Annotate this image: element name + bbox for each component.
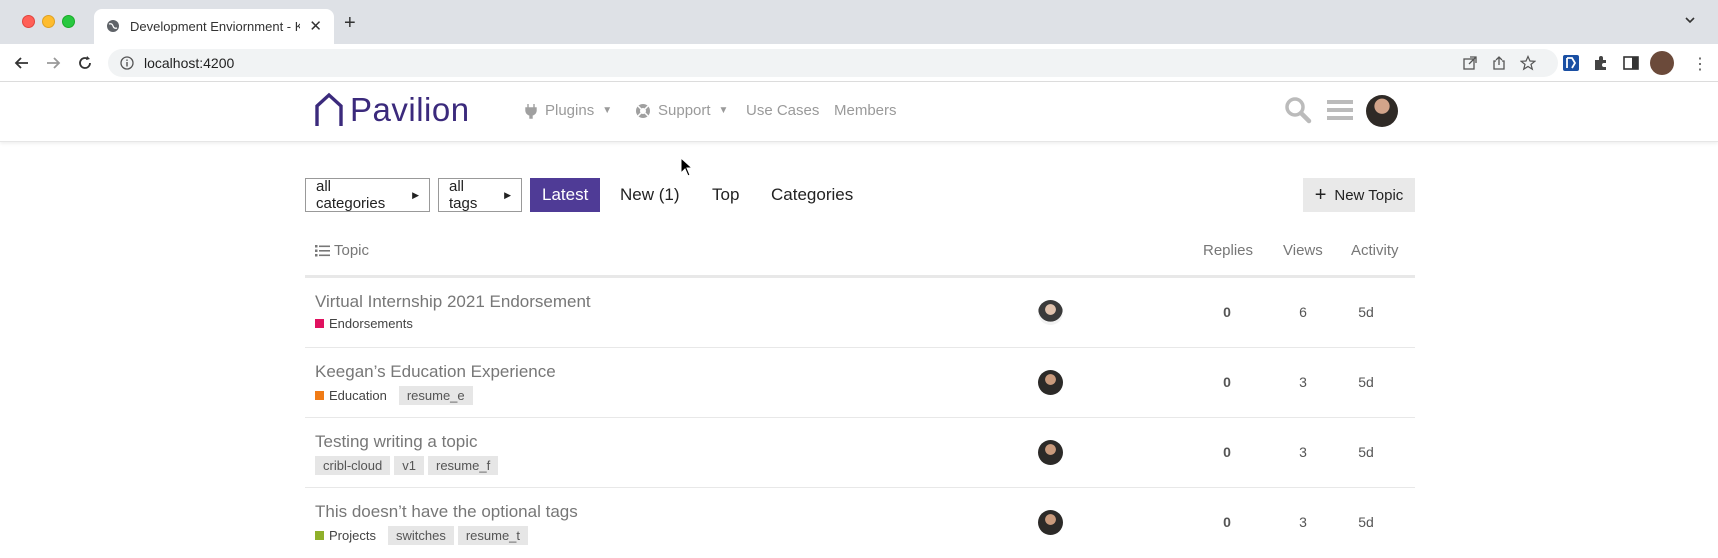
replies-count: 0	[1223, 304, 1231, 320]
poster-avatar[interactable]	[1038, 370, 1063, 395]
category-label[interactable]: Projects	[329, 528, 376, 543]
activity-time[interactable]: 5d	[1346, 374, 1386, 390]
extension-badge-icon[interactable]	[1562, 54, 1580, 72]
chevron-down-icon: ▼	[718, 105, 729, 116]
puzzle-icon[interactable]	[1592, 54, 1610, 72]
tag-chip[interactable]: v1	[394, 456, 424, 475]
activity-column-header[interactable]: Activity	[1351, 242, 1399, 259]
reload-icon[interactable]	[76, 54, 94, 72]
star-icon[interactable]	[1520, 55, 1536, 71]
nav-plugins[interactable]: Plugins ▼	[525, 102, 612, 119]
user-avatar[interactable]	[1366, 95, 1398, 127]
plus-icon: +	[1314, 184, 1327, 206]
views-count: 3	[1299, 514, 1307, 530]
list-icon	[315, 244, 330, 256]
back-arrow-icon[interactable]	[13, 54, 31, 72]
replies-column-header[interactable]: Replies	[1203, 242, 1253, 259]
topic-row[interactable]: Virtual Internship 2021 Endorsement Endo…	[305, 278, 1415, 348]
tag-chip[interactable]: resume_e	[398, 386, 473, 405]
views-count: 3	[1299, 444, 1307, 460]
tag-chip[interactable]: cribl-cloud	[315, 456, 391, 475]
tag-chip[interactable]: switches	[387, 526, 454, 545]
category-filter-dropdown[interactable]: all categories ▶	[305, 178, 430, 212]
window-minimize-button[interactable]	[42, 15, 55, 28]
topic-title-link[interactable]: Keegan’s Education Experience	[315, 362, 556, 382]
poster-avatar[interactable]	[1038, 440, 1063, 465]
topic-column-header[interactable]: Topic	[315, 242, 369, 259]
topic-meta: Endorsements	[315, 316, 425, 331]
tab-title: Development Enviornment - Ke	[130, 19, 300, 34]
search-icon[interactable]	[1284, 96, 1312, 124]
more-options-icon[interactable]: ⋮	[1692, 54, 1708, 74]
house-logo-icon	[315, 92, 343, 126]
views-count: 3	[1299, 374, 1307, 390]
profile-avatar[interactable]	[1650, 51, 1674, 75]
tag-filter-dropdown[interactable]: all tags ▶	[438, 178, 522, 212]
poster-avatar[interactable]	[1038, 300, 1063, 325]
caret-right-icon: ▶	[412, 189, 419, 200]
nav-members[interactable]: Members	[834, 102, 897, 119]
tag-chip[interactable]: resume_f	[427, 456, 499, 475]
new-tab-button[interactable]: +	[344, 12, 356, 35]
browser-tab-bar: Development Enviornment - Ke ✕ +	[0, 0, 1718, 44]
close-tab-icon[interactable]: ✕	[309, 17, 322, 35]
caret-right-icon: ▶	[504, 189, 511, 200]
replies-count: 0	[1223, 374, 1231, 390]
mouse-cursor-icon	[680, 157, 694, 177]
window-maximize-button[interactable]	[62, 15, 75, 28]
sidebar-icon[interactable]	[1622, 54, 1640, 72]
views-column-header[interactable]: Views	[1283, 242, 1323, 259]
nav-use-cases[interactable]: Use Cases	[746, 102, 819, 119]
category-color-badge	[315, 319, 324, 328]
activity-time[interactable]: 5d	[1346, 444, 1386, 460]
replies-count: 0	[1223, 514, 1231, 530]
hamburger-menu-icon[interactable]	[1327, 98, 1353, 122]
replies-count: 0	[1223, 444, 1231, 460]
forward-arrow-icon[interactable]	[44, 54, 62, 72]
tag-chip[interactable]: resume_t	[457, 526, 529, 545]
open-external-icon[interactable]	[1462, 55, 1478, 71]
poster-avatar[interactable]	[1038, 510, 1063, 535]
topic-meta: Education resume_e	[315, 386, 477, 405]
topic-row[interactable]: Testing writing a topic cribl-cloud v1 r…	[305, 418, 1415, 488]
site-logo[interactable]: Pavilion	[314, 90, 470, 130]
topic-title-link[interactable]: Testing writing a topic	[315, 432, 478, 452]
info-icon[interactable]	[120, 56, 134, 70]
activity-time[interactable]: 5d	[1346, 304, 1386, 320]
chevron-down-icon: ▼	[602, 105, 613, 116]
globe-icon	[107, 20, 119, 32]
address-bar[interactable]: localhost:4200	[108, 49, 1558, 77]
url-text: localhost:4200	[144, 55, 235, 71]
views-count: 6	[1299, 304, 1307, 320]
category-color-badge	[315, 531, 324, 540]
chevron-down-icon[interactable]	[1684, 14, 1696, 26]
topic-meta: cribl-cloud v1 resume_f	[315, 456, 502, 475]
lifebuoy-icon	[636, 103, 650, 118]
brand-name: Pavilion	[350, 91, 470, 128]
browser-toolbar: localhost:4200 ⋮	[0, 44, 1718, 82]
tab-new[interactable]: New (1)	[608, 178, 692, 212]
new-topic-button[interactable]: + New Topic	[1303, 178, 1415, 212]
topic-title-link[interactable]: Virtual Internship 2021 Endorsement	[315, 292, 591, 312]
category-color-badge	[315, 391, 324, 400]
nav-support[interactable]: Support ▼	[635, 102, 728, 119]
tab-categories[interactable]: Categories	[759, 178, 865, 212]
topic-list-header: Topic Replies Views Activity	[305, 234, 1415, 278]
browser-tab[interactable]: Development Enviornment - Ke ✕	[94, 9, 334, 44]
category-label[interactable]: Endorsements	[329, 316, 413, 331]
topic-row[interactable]: This doesn’t have the optional tags Proj…	[305, 488, 1415, 558]
topic-title-link[interactable]: This doesn’t have the optional tags	[315, 502, 578, 522]
topic-row[interactable]: Keegan’s Education Experience Education …	[305, 348, 1415, 418]
category-label[interactable]: Education	[329, 388, 387, 403]
tab-latest[interactable]: Latest	[530, 178, 601, 212]
plug-icon	[525, 103, 537, 119]
site-header: Pavilion Plugins ▼ Support ▼ Use Cases M…	[0, 82, 1718, 142]
tab-top[interactable]: Top	[700, 178, 751, 212]
activity-time[interactable]: 5d	[1346, 514, 1386, 530]
topic-meta: Projects switches resume_t	[315, 526, 532, 545]
share-icon[interactable]	[1491, 55, 1507, 71]
window-close-button[interactable]	[22, 15, 35, 28]
